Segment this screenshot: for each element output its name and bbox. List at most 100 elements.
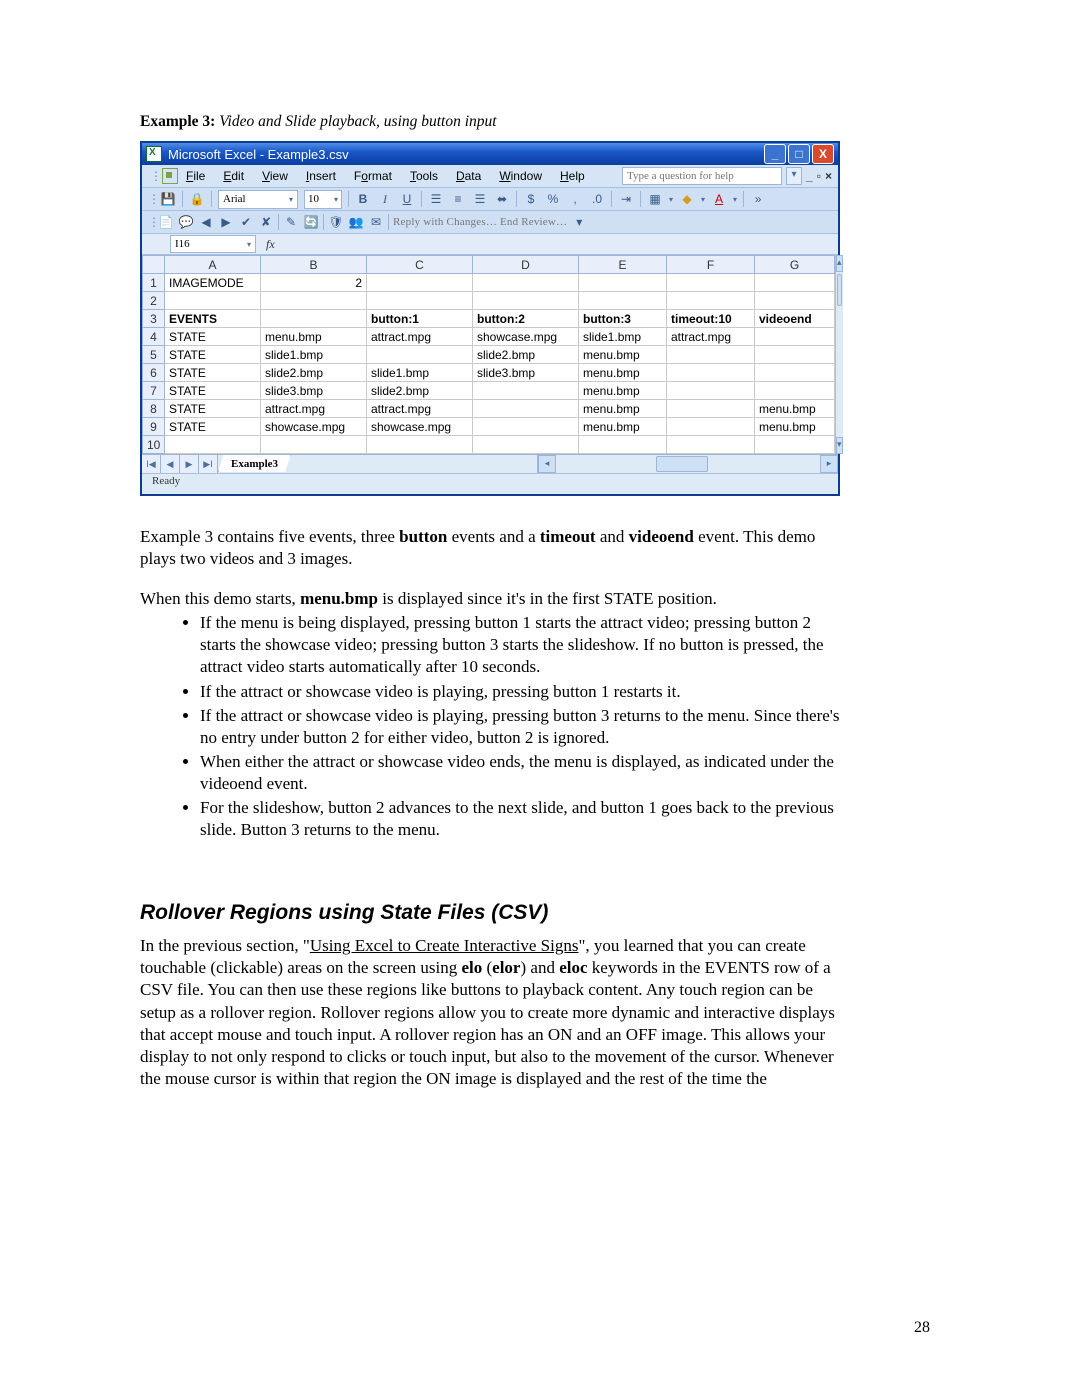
ink-icon[interactable]: ✎: [283, 214, 299, 230]
cell[interactable]: showcase.mpg: [473, 328, 579, 346]
cell[interactable]: menu.bmp: [579, 382, 667, 400]
cell[interactable]: [667, 436, 755, 454]
cell[interactable]: [667, 274, 755, 292]
indent-icon[interactable]: ⇥: [618, 191, 634, 207]
prev-comment-icon[interactable]: ◀: [198, 214, 214, 230]
cell[interactable]: [667, 364, 755, 382]
align-center-icon[interactable]: ≡: [450, 191, 466, 207]
row-header[interactable]: 3: [143, 310, 165, 328]
table-row[interactable]: 10: [143, 436, 835, 454]
cell[interactable]: [667, 382, 755, 400]
save-icon[interactable]: 💾: [160, 191, 176, 207]
cell[interactable]: slide3.bmp: [261, 382, 367, 400]
doc-close-icon[interactable]: ×: [825, 169, 832, 183]
row-header[interactable]: 8: [143, 400, 165, 418]
cell[interactable]: [367, 274, 473, 292]
cell[interactable]: attract.mpg: [261, 400, 367, 418]
cell[interactable]: [755, 382, 835, 400]
cell[interactable]: [367, 292, 473, 310]
cell[interactable]: [755, 274, 835, 292]
menu-help[interactable]: Help: [560, 169, 585, 183]
reply-changes-label[interactable]: Reply with Changes… End Review…: [393, 216, 567, 228]
menu-view[interactable]: View: [262, 169, 288, 183]
scroll-down-icon[interactable]: ▾: [836, 437, 843, 454]
spreadsheet-grid[interactable]: ABCDEFG 1IMAGEMODE223EVENTSbutton:1butto…: [142, 255, 835, 454]
table-row[interactable]: 8STATEattract.mpgattract.mpgmenu.bmpmenu…: [143, 400, 835, 418]
row-header[interactable]: 6: [143, 364, 165, 382]
cell[interactable]: [367, 346, 473, 364]
cell[interactable]: videoend: [755, 310, 835, 328]
cell[interactable]: [261, 310, 367, 328]
cell[interactable]: attract.mpg: [667, 328, 755, 346]
font-color-icon[interactable]: A: [711, 191, 727, 207]
cell[interactable]: [473, 292, 579, 310]
merge-center-icon[interactable]: ⬌: [494, 191, 510, 207]
column-header[interactable]: G: [755, 256, 835, 274]
fill-color-icon[interactable]: ◆: [679, 191, 695, 207]
cell[interactable]: [473, 274, 579, 292]
cell[interactable]: slide3.bmp: [473, 364, 579, 382]
cell[interactable]: [755, 364, 835, 382]
bold-button[interactable]: B: [355, 191, 371, 207]
horizontal-scrollbar[interactable]: ◂ ▸: [537, 455, 838, 473]
comma-icon[interactable]: ,: [567, 191, 583, 207]
fx-icon[interactable]: fx: [266, 237, 275, 252]
table-row[interactable]: 1IMAGEMODE2: [143, 274, 835, 292]
mail-icon[interactable]: ✉: [368, 214, 384, 230]
cell[interactable]: [667, 346, 755, 364]
sheet-tab[interactable]: Example3: [218, 454, 291, 472]
cell[interactable]: slide2.bmp: [473, 346, 579, 364]
table-row[interactable]: 6STATEslide2.bmpslide1.bmpslide3.bmpmenu…: [143, 364, 835, 382]
cell[interactable]: [755, 292, 835, 310]
cell[interactable]: [165, 436, 261, 454]
cell[interactable]: slide2.bmp: [367, 382, 473, 400]
scroll-up-icon[interactable]: ▴: [836, 255, 843, 272]
tab-next-icon[interactable]: ▶: [180, 455, 199, 473]
maximize-button[interactable]: □: [788, 144, 810, 164]
table-row[interactable]: 3EVENTSbutton:1button:2button:3timeout:1…: [143, 310, 835, 328]
row-header[interactable]: 5: [143, 346, 165, 364]
increase-decimal-icon[interactable]: .0: [589, 191, 605, 207]
menu-format[interactable]: Format: [354, 169, 392, 183]
cell[interactable]: showcase.mpg: [367, 418, 473, 436]
name-box[interactable]: I16▾: [170, 235, 256, 253]
cell[interactable]: button:3: [579, 310, 667, 328]
column-header[interactable]: B: [261, 256, 367, 274]
align-right-icon[interactable]: ☰: [472, 191, 488, 207]
vertical-scrollbar[interactable]: ▴ ▾: [835, 255, 843, 454]
scroll-thumb[interactable]: [837, 274, 842, 306]
table-row[interactable]: 9STATEshowcase.mpgshowcase.mpgmenu.bmpme…: [143, 418, 835, 436]
menu-tools[interactable]: Tools: [410, 169, 438, 183]
cell[interactable]: STATE: [165, 418, 261, 436]
cell[interactable]: slide2.bmp: [261, 364, 367, 382]
cell[interactable]: menu.bmp: [755, 400, 835, 418]
menu-edit[interactable]: Edit: [223, 169, 244, 183]
align-left-icon[interactable]: ☰: [428, 191, 444, 207]
currency-icon[interactable]: $: [523, 191, 539, 207]
cell[interactable]: [579, 436, 667, 454]
close-button[interactable]: X: [812, 144, 834, 164]
cell[interactable]: [261, 436, 367, 454]
cell[interactable]: EVENTS: [165, 310, 261, 328]
scroll-thumb[interactable]: [656, 456, 708, 472]
table-row[interactable]: 4STATEmenu.bmpattract.mpgshowcase.mpgsli…: [143, 328, 835, 346]
cell[interactable]: menu.bmp: [755, 418, 835, 436]
row-header[interactable]: 10: [143, 436, 165, 454]
titlebar[interactable]: Microsoft Excel - Example3.csv _ □ X: [142, 143, 838, 165]
row-header[interactable]: 2: [143, 292, 165, 310]
cell[interactable]: [261, 292, 367, 310]
doc-minimize-icon[interactable]: _: [806, 169, 813, 183]
share-icon[interactable]: 👥: [348, 214, 364, 230]
table-row[interactable]: 7STATEslide3.bmpslide2.bmp menu.bmp: [143, 382, 835, 400]
cell[interactable]: [473, 436, 579, 454]
tab-last-icon[interactable]: ▶I: [199, 455, 218, 473]
cell[interactable]: slide1.bmp: [579, 328, 667, 346]
percent-icon[interactable]: %: [545, 191, 561, 207]
menu-data[interactable]: Data: [456, 169, 481, 183]
column-header[interactable]: C: [367, 256, 473, 274]
show-comment-icon[interactable]: 💬: [178, 214, 194, 230]
cell[interactable]: STATE: [165, 382, 261, 400]
row-header[interactable]: 7: [143, 382, 165, 400]
protect-icon[interactable]: 🛡: [328, 214, 344, 230]
cell[interactable]: showcase.mpg: [261, 418, 367, 436]
